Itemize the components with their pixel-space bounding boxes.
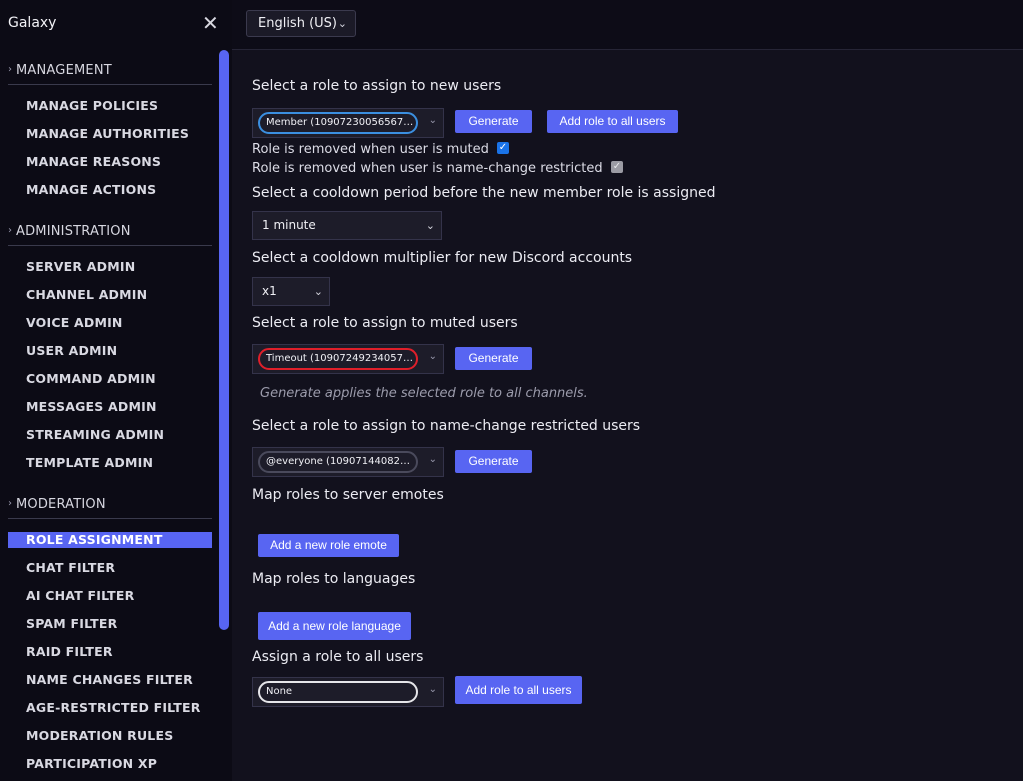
- sidebar-item-command-admin[interactable]: COMMAND ADMIN: [8, 371, 212, 387]
- assign-all-role-pill: None: [258, 681, 418, 703]
- chevron-down-icon: ⌄: [428, 454, 437, 465]
- cooldown-label: Select a cooldown period before the new …: [252, 185, 716, 201]
- language-select[interactable]: English (US) ⌄: [246, 10, 356, 37]
- section-label: MANAGEMENT: [16, 63, 112, 78]
- new-users-role-pill: Member (10907230056567224...: [258, 112, 418, 134]
- sidebar-item-messages-admin[interactable]: MESSAGES ADMIN: [8, 399, 212, 415]
- sidebar-item-server-admin[interactable]: SERVER ADMIN: [8, 259, 212, 275]
- chevron-down-icon: ⌄: [428, 115, 437, 126]
- sidebar-item-role-assignment[interactable]: ROLE ASSIGNMENT: [8, 532, 212, 548]
- new-users-generate-button[interactable]: Generate: [455, 110, 532, 133]
- sidebar-scrollbar[interactable]: [219, 50, 229, 630]
- restricted-role-pill: @everyone (10907144082475...: [258, 451, 418, 473]
- languages-label: Map roles to languages: [252, 571, 416, 587]
- restricted-generate-button[interactable]: Generate: [455, 450, 532, 473]
- multiplier-label: Select a cooldown multiplier for new Dis…: [252, 250, 633, 266]
- cooldown-value: 1 minute: [262, 218, 316, 232]
- sidebar-header: Galaxy ✕: [0, 0, 232, 48]
- section-moderation[interactable]: › MODERATION: [8, 492, 212, 519]
- chevron-down-icon: ⌄: [428, 351, 437, 362]
- restricted-removal-checkbox[interactable]: ✓: [611, 161, 623, 173]
- chevron-right-icon: ›: [8, 225, 12, 236]
- chevron-down-icon: ⌄: [428, 684, 437, 695]
- add-role-language-button[interactable]: Add a new role language: [258, 612, 411, 640]
- sidebar-item-manage-policies[interactable]: MANAGE POLICIES: [8, 98, 212, 114]
- chevron-right-icon: ›: [8, 64, 12, 75]
- emotes-label: Map roles to server emotes: [252, 487, 444, 503]
- role-assignment-panel: Select a role to assign to new users Mem…: [232, 50, 1023, 781]
- sidebar-item-ai-chat-filter[interactable]: AI CHAT FILTER: [8, 588, 212, 604]
- muted-role-pill: Timeout (10907249234057735...: [258, 348, 418, 370]
- section-administration[interactable]: › ADMINISTRATION: [8, 219, 212, 246]
- chevron-down-icon: ⌄: [313, 285, 323, 298]
- sidebar-item-moderation-rules[interactable]: MODERATION RULES: [8, 728, 212, 744]
- top-bar: English (US) ⌄: [232, 0, 1023, 50]
- sidebar-item-template-admin[interactable]: TEMPLATE ADMIN: [8, 455, 212, 471]
- sidebar-item-manage-authorities[interactable]: MANAGE AUTHORITIES: [8, 126, 212, 142]
- sidebar-item-participation-xp[interactable]: PARTICIPATION XP: [8, 756, 212, 772]
- assign-all-add-button[interactable]: Add role to all users: [455, 676, 582, 704]
- sidebar-item-chat-filter[interactable]: CHAT FILTER: [8, 560, 212, 576]
- sidebar-item-spam-filter[interactable]: SPAM FILTER: [8, 616, 212, 632]
- muted-removal-label: Role is removed when user is muted: [252, 142, 489, 157]
- language-value: English (US): [258, 16, 337, 31]
- restricted-removal-label: Role is removed when user is name-change…: [252, 161, 603, 176]
- cooldown-select[interactable]: 1 minute ⌄: [252, 211, 442, 240]
- sidebar-item-voice-admin[interactable]: VOICE ADMIN: [8, 315, 212, 331]
- multiplier-select[interactable]: x1 ⌄: [252, 277, 330, 306]
- muted-hint: Generate applies the selected role to al…: [260, 386, 588, 401]
- new-users-label: Select a role to assign to new users: [252, 78, 502, 94]
- sidebar-item-name-changes-filter[interactable]: NAME CHANGES FILTER: [8, 672, 212, 688]
- assign-all-role-select[interactable]: None ⌄: [252, 677, 444, 707]
- assign-all-label: Assign a role to all users: [252, 649, 424, 665]
- sidebar: Galaxy ✕ › MANAGEMENT MANAGE POLICIES MA…: [0, 0, 232, 781]
- muted-role-label: Select a role to assign to muted users: [252, 315, 518, 331]
- restricted-role-select[interactable]: @everyone (10907144082475... ⌄: [252, 447, 444, 477]
- app-title: Galaxy: [8, 15, 57, 31]
- muted-removal-checkbox[interactable]: ✓: [497, 142, 509, 154]
- chevron-right-icon: ›: [8, 498, 12, 509]
- sidebar-item-age-restricted-filter[interactable]: AGE-RESTRICTED FILTER: [8, 700, 212, 716]
- sidebar-item-manage-reasons[interactable]: MANAGE REASONS: [8, 154, 212, 170]
- add-role-emote-button[interactable]: Add a new role emote: [258, 534, 399, 557]
- sidebar-item-streaming-admin[interactable]: STREAMING ADMIN: [8, 427, 212, 443]
- new-users-add-all-button[interactable]: Add role to all users: [547, 110, 678, 133]
- close-icon[interactable]: ✕: [202, 13, 219, 33]
- section-management[interactable]: › MANAGEMENT: [8, 58, 212, 85]
- sidebar-item-manage-actions[interactable]: MANAGE ACTIONS: [8, 182, 212, 198]
- new-users-role-select[interactable]: Member (10907230056567224... ⌄: [252, 108, 444, 138]
- multiplier-value: x1: [262, 284, 277, 298]
- sidebar-item-raid-filter[interactable]: RAID FILTER: [8, 644, 212, 660]
- restricted-role-label: Select a role to assign to name-change r…: [252, 418, 641, 434]
- chevron-down-icon: ⌄: [425, 219, 435, 232]
- sidebar-item-channel-admin[interactable]: CHANNEL ADMIN: [8, 287, 212, 303]
- sidebar-item-user-admin[interactable]: USER ADMIN: [8, 343, 212, 359]
- section-label: ADMINISTRATION: [16, 224, 131, 239]
- muted-role-select[interactable]: Timeout (10907249234057735... ⌄: [252, 344, 444, 374]
- section-label: MODERATION: [16, 497, 106, 512]
- muted-generate-button[interactable]: Generate: [455, 347, 532, 370]
- chevron-down-icon: ⌄: [337, 17, 347, 30]
